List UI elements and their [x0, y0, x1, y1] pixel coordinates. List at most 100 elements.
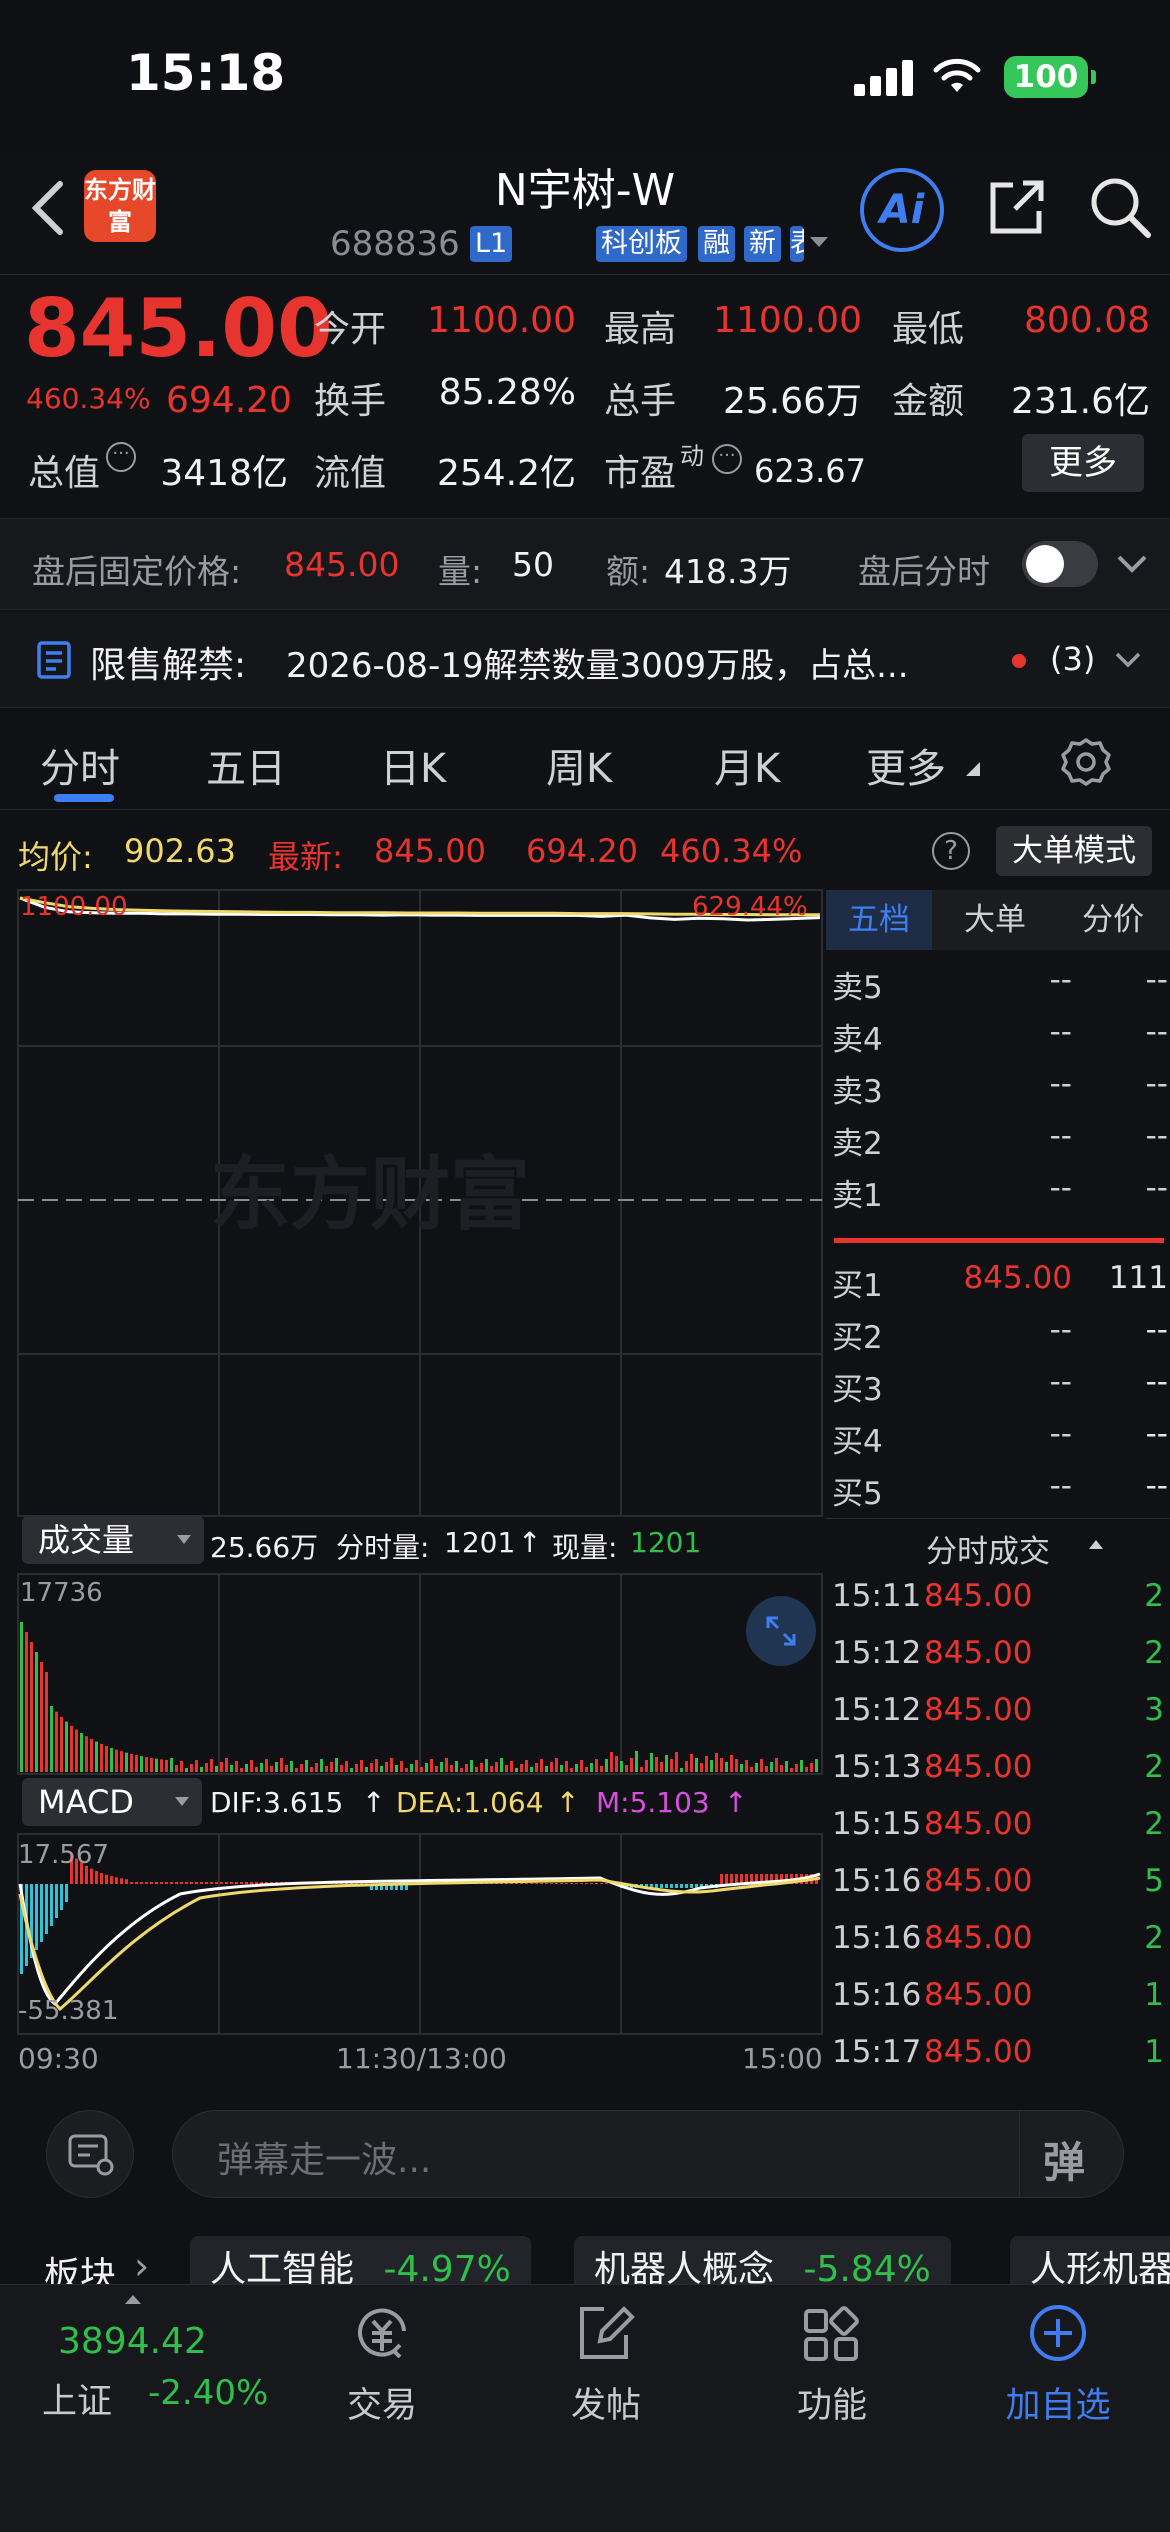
volume-bar — [555, 1758, 558, 1772]
volume-bar — [225, 1758, 228, 1772]
volume-bar — [265, 1759, 268, 1772]
trade-row: 15:16 845.00 5 — [832, 1863, 1170, 1919]
trade-price: 845.00 — [924, 2034, 1033, 2070]
sector-chip[interactable]: 人工智能 -4.97% — [190, 2236, 531, 2284]
macd-selector-label: MACD — [38, 1783, 134, 1821]
restricted-release-notice[interactable]: 限售解禁: 2026-08-19解禁数量3009万股，占总... (3) — [0, 612, 1170, 708]
index-name[interactable]: 上证 — [42, 2373, 112, 2424]
nav-add-watchlist[interactable]: 加自选 — [978, 2301, 1138, 2428]
macd-bar — [115, 1877, 118, 1884]
macd-bar — [140, 1882, 143, 1884]
tab-five-level[interactable]: 五档 — [826, 890, 932, 950]
more-button[interactable]: 更多 — [1022, 434, 1144, 492]
volume-bar — [590, 1763, 593, 1772]
trades-title[interactable]: 分时成交 — [926, 1526, 1050, 1571]
index-value[interactable]: 3894.42 — [58, 2321, 207, 2362]
search-icon[interactable] — [1088, 175, 1152, 239]
sector-chip[interactable]: 人形机器 — [1010, 2236, 1170, 2284]
minute-volume-label: 分时量: — [336, 1531, 430, 1564]
tab-daily-k[interactable]: 日K — [380, 736, 446, 794]
expand-up-caret-icon[interactable] — [124, 2293, 142, 2305]
volume-bar — [480, 1763, 483, 1772]
danmu-toggle-button[interactable]: 弹 — [1043, 2129, 1085, 2190]
tab-price-dist[interactable]: 分价 — [1058, 890, 1168, 950]
macd-indicator-selector[interactable]: MACD — [22, 1778, 202, 1826]
volume-bar — [165, 1759, 168, 1772]
nav-trade[interactable]: 交易 — [302, 2301, 462, 2428]
tag-l1[interactable]: L1 — [470, 226, 513, 262]
macd-bar — [145, 1882, 148, 1884]
tag-table[interactable]: 表 — [790, 226, 804, 262]
volume-bar — [135, 1755, 138, 1772]
latest-change: 694.20 — [526, 832, 638, 870]
volume-bar — [410, 1764, 413, 1772]
info-icon[interactable]: ··· — [106, 442, 136, 472]
volume-bar — [370, 1763, 373, 1772]
trade-time: 15:12 — [832, 1692, 922, 1728]
tags-dropdown-icon[interactable] — [808, 234, 830, 250]
tag-new[interactable]: 新 — [744, 226, 781, 262]
sector-chip[interactable]: 机器人概念 -5.84% — [574, 2236, 951, 2284]
avg-value: 902.63 — [124, 832, 236, 870]
back-icon[interactable] — [24, 178, 74, 238]
volume-bar — [130, 1753, 133, 1772]
turnover-label: 换手 — [314, 381, 387, 422]
after-hours-toggle[interactable] — [1022, 541, 1098, 587]
danmu-input[interactable]: 弹幕走一波... 弹 — [172, 2110, 1124, 2198]
macd-bar — [540, 1883, 543, 1884]
tab-weekly-k[interactable]: 周K — [546, 736, 612, 794]
volume-bar — [575, 1764, 578, 1772]
help-icon[interactable]: ? — [932, 832, 970, 870]
share-icon[interactable] — [985, 175, 1049, 239]
chevron-right-icon[interactable]: › — [134, 2244, 149, 2284]
trade-time: 15:13 — [832, 1749, 922, 1785]
intraday-chart[interactable] — [0, 884, 826, 2084]
tag-margin[interactable]: 融 — [698, 226, 735, 262]
restrict-text: 2026-08-19解禁数量3009万股，占总... — [286, 646, 909, 686]
nav-post[interactable]: 发帖 — [526, 2301, 686, 2428]
ask-volume: -- — [1145, 962, 1168, 998]
volume-bar — [510, 1761, 513, 1772]
trade-volume: 2 — [1144, 1749, 1164, 1785]
macd-bar — [225, 1882, 228, 1884]
ask-row: 卖2 -- -- — [832, 1118, 1168, 1170]
bid-volume: -- — [1145, 1364, 1168, 1400]
volume-bar — [540, 1759, 543, 1772]
big-order-mode-button[interactable]: 大单模式 — [996, 826, 1152, 876]
ask-volume: -- — [1145, 1170, 1168, 1206]
volume-indicator-selector[interactable]: 成交量 — [22, 1516, 204, 1564]
tab-big-order[interactable]: 大单 — [942, 890, 1048, 950]
chart-top-pct: 629.44% — [692, 892, 808, 922]
pe-value: 623.67 — [754, 452, 866, 490]
bid-price: -- — [1049, 1364, 1072, 1400]
tab-more[interactable]: 更多 — [866, 736, 946, 794]
ask-level: 卖1 — [832, 1178, 883, 1214]
macd-bar — [530, 1883, 533, 1884]
mktcap-value: 3418亿 — [160, 453, 288, 494]
trade-price: 845.00 — [924, 1692, 1033, 1728]
volume-bar — [505, 1765, 508, 1772]
tab-five-day[interactable]: 五日 — [206, 736, 286, 794]
collapse-caret-icon[interactable] — [1088, 1538, 1104, 1550]
danmu-settings-button[interactable] — [46, 2110, 134, 2198]
tag-star-market[interactable]: 科创板 — [596, 226, 687, 262]
volume-bar — [55, 1711, 58, 1772]
pe-label: 市盈 — [604, 453, 677, 494]
volume-value: 25.66万 — [722, 381, 862, 422]
macd-bar — [175, 1882, 178, 1884]
gear-icon[interactable] — [1060, 736, 1112, 788]
expand-chart-button[interactable] — [746, 1596, 816, 1666]
index-pct[interactable]: -2.40% — [148, 2373, 268, 2413]
nav-functions[interactable]: 功能 — [752, 2301, 912, 2428]
volume-max-label: 17736 — [20, 1578, 103, 1608]
ai-assistant-icon[interactable]: Ai — [860, 168, 944, 252]
pe-info-icon[interactable]: ··· — [712, 444, 742, 474]
volume-bar — [800, 1760, 803, 1772]
order-book-tabs: 五档 大单 分价 — [826, 890, 1170, 950]
chevron-down-icon[interactable] — [1116, 553, 1148, 575]
tab-intraday[interactable]: 分时 — [40, 736, 120, 794]
volume-bar — [160, 1759, 163, 1772]
volume-bar — [755, 1763, 758, 1772]
macd-bar — [180, 1882, 183, 1884]
tab-monthly-k[interactable]: 月K — [714, 736, 780, 794]
